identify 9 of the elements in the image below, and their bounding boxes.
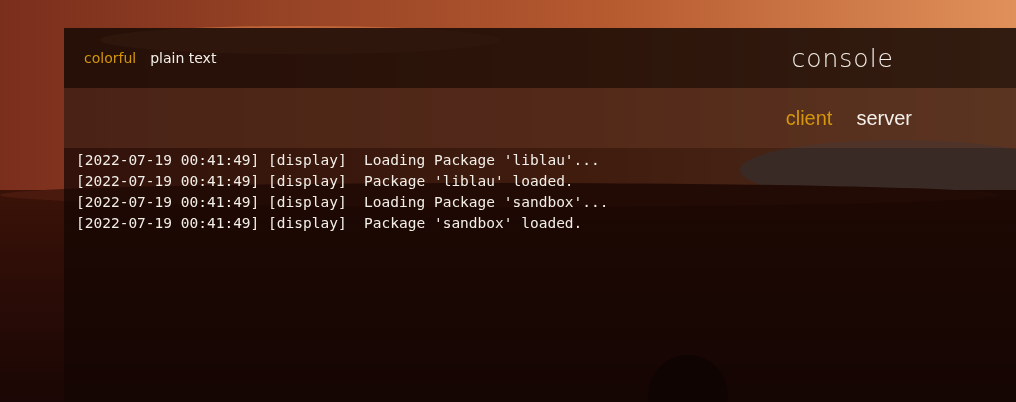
log-line: [2022-07-19 00:41:49] [display] Package 'sandbox' loaded. xyxy=(76,214,584,233)
mode-tab[interactable]: plain text xyxy=(150,50,217,66)
log-line: [2022-07-19 00:41:49] [display] Package 'liblau' loaded. xyxy=(76,172,575,191)
tab[interactable]: client xyxy=(785,106,833,130)
log-line: [2022-07-19 00:41:49] [display] Loading Package 'liblau'... xyxy=(76,151,601,170)
log-line: [2022-07-19 00:41:49] [display] Loading Package 'sandbox'... xyxy=(76,193,610,212)
mode-tab[interactable]: colorful xyxy=(84,50,137,66)
tab[interactable]: server xyxy=(856,106,912,130)
console-title: console xyxy=(791,43,894,73)
